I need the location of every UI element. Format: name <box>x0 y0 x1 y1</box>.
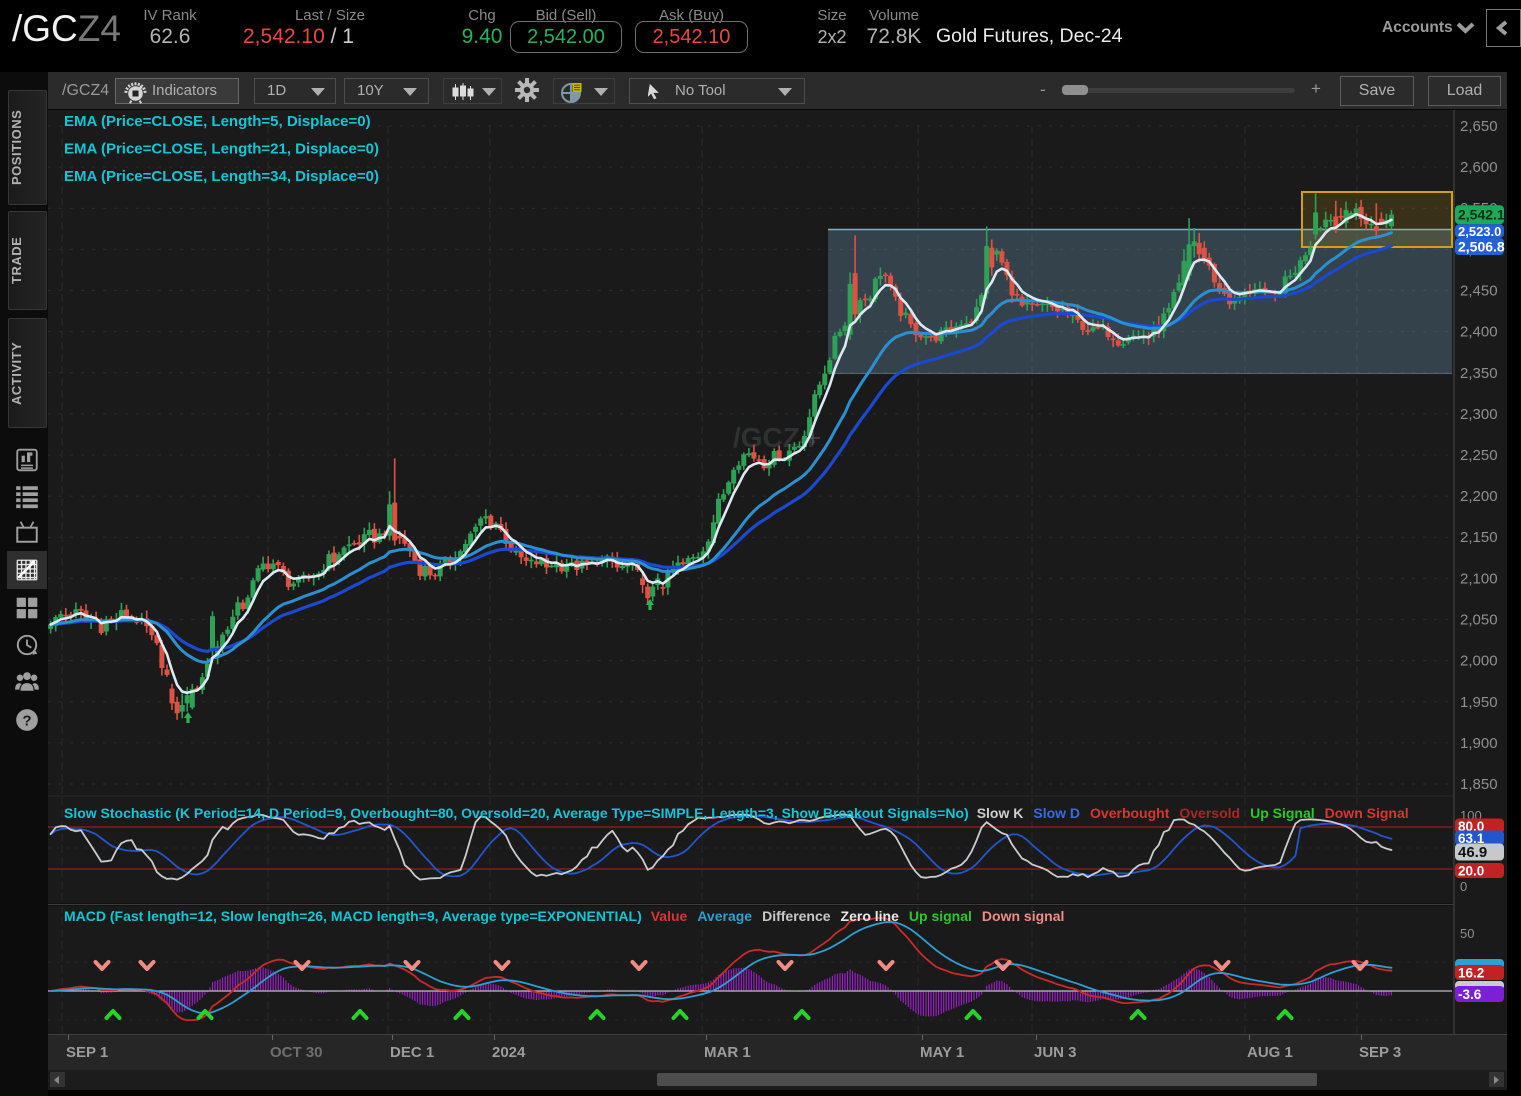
svg-text:20.0: 20.0 <box>1458 863 1484 878</box>
svg-text:16.2: 16.2 <box>1458 965 1484 980</box>
svg-text:2,300: 2,300 <box>1460 406 1498 423</box>
svg-text:2,650: 2,650 <box>1460 118 1498 135</box>
svg-text:2,350: 2,350 <box>1460 365 1498 382</box>
svg-text:2,250: 2,250 <box>1460 447 1498 464</box>
svg-text:1,950: 1,950 <box>1460 694 1498 711</box>
svg-text:2,600: 2,600 <box>1460 159 1498 176</box>
svg-text:2,506.8: 2,506.8 <box>1458 238 1505 254</box>
svg-text:2,523.0: 2,523.0 <box>1458 224 1501 239</box>
svg-text:50: 50 <box>1460 926 1474 941</box>
svg-text:?: ? <box>22 712 31 729</box>
svg-text:1,900: 1,900 <box>1460 735 1498 752</box>
svg-text:-3.6: -3.6 <box>1458 987 1482 1002</box>
svg-text:EMA (Price=CLOSE, Length=5, Di: EMA (Price=CLOSE, Length=5, Displace=0) E… <box>64 113 379 185</box>
svg-text:2,100: 2,100 <box>1460 570 1498 587</box>
svg-text:Slow Stochastic (K Period=14,: Slow Stochastic (K Period=14, D Period=9… <box>64 805 1409 821</box>
svg-text:2,542.1: 2,542.1 <box>1458 207 1505 223</box>
svg-text:2,000: 2,000 <box>1460 653 1498 670</box>
svg-text:2,450: 2,450 <box>1460 283 1498 300</box>
svg-text:2,150: 2,150 <box>1460 529 1498 546</box>
svg-text:46.9: 46.9 <box>1458 844 1487 861</box>
svg-text:2,400: 2,400 <box>1460 324 1498 341</box>
svg-text:2,050: 2,050 <box>1460 612 1498 629</box>
svg-text:1,850: 1,850 <box>1460 776 1498 793</box>
svg-text:2,200: 2,200 <box>1460 488 1498 505</box>
svg-text:MACD (Fast length=12, Slow len: MACD (Fast length=12, Slow length=26, MA… <box>64 908 1064 924</box>
svg-text:0: 0 <box>1460 879 1467 894</box>
